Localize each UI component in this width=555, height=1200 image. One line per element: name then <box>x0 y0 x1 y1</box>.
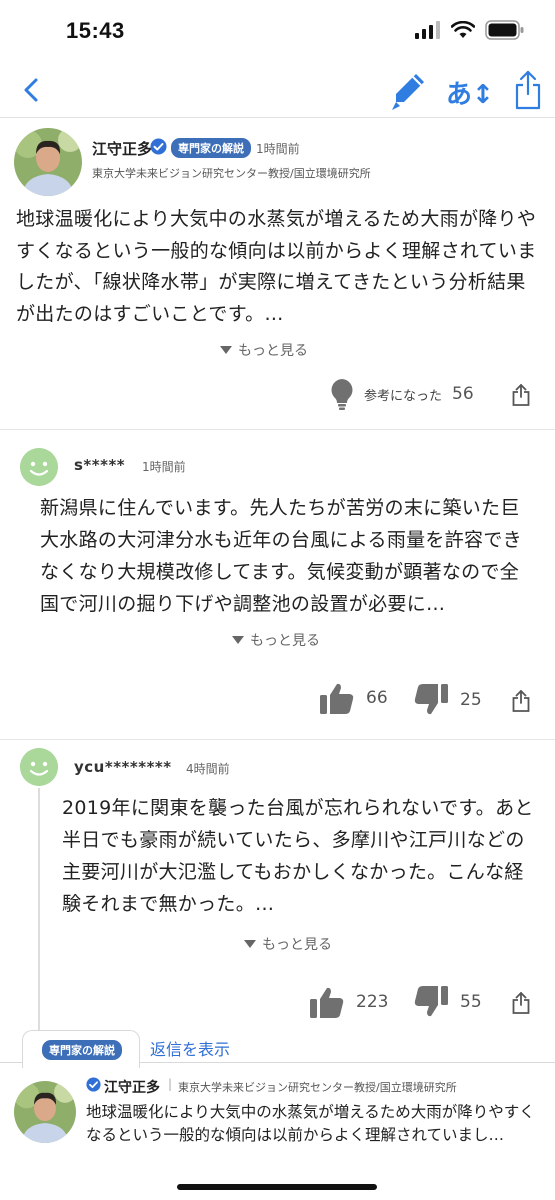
wifi-icon <box>451 21 475 38</box>
expert-affiliation: 東京大学未来ビジョン研究センター教授/国立環境研究所 <box>92 167 371 180</box>
thumbs-up-icon <box>310 987 344 1018</box>
chevron-down-icon <box>232 636 244 644</box>
helpful-label: 参考になった <box>364 388 443 404</box>
back-icon[interactable] <box>18 76 46 104</box>
expert-avatar[interactable] <box>14 128 82 196</box>
expert-more-button[interactable]: もっと見る <box>220 340 308 360</box>
font-size-button[interactable]: あ↕ <box>446 74 494 111</box>
comment-body: 新潟県に住んでいます。先人たちが苦労の末に築いた巨大水路の大河津分水も近年の台風… <box>40 497 522 615</box>
comment-more-button[interactable]: もっと見る <box>232 630 320 650</box>
share-icon[interactable] <box>512 384 530 406</box>
dislike-count: 25 <box>460 690 482 710</box>
verified-icon <box>150 138 167 155</box>
helpful-count: 56 <box>452 384 474 404</box>
status-bar: 15:43 <box>0 0 555 62</box>
share-icon[interactable] <box>512 690 530 712</box>
comment-card: ycu******** 4時間前 2019年に関東を襲った台風が忘れられないです… <box>0 740 555 1062</box>
expert-avatar[interactable] <box>14 1081 76 1143</box>
lightbulb-icon <box>331 379 353 410</box>
thumbs-down-icon <box>414 986 448 1017</box>
signal-icon <box>415 21 440 39</box>
pen-icon[interactable] <box>392 72 426 112</box>
thumbs-down-icon <box>414 684 448 715</box>
comment-user[interactable]: ycu******** <box>74 758 172 776</box>
expert-tab-badge: 専門家の解説 <box>42 1040 122 1060</box>
comment-user[interactable]: s***** <box>74 456 125 474</box>
dislike-button[interactable]: 55 <box>414 986 482 1018</box>
helpful-button[interactable]: 参考になった 56 <box>330 378 474 410</box>
show-replies-link[interactable]: 返信を表示 <box>150 1036 230 1060</box>
status-time: 15:43 <box>66 18 125 43</box>
comment-time: 4時間前 <box>186 762 230 776</box>
comment-more-button[interactable]: もっと見る <box>244 934 332 954</box>
expert-badge: 専門家の解説 <box>171 138 251 158</box>
expert-comment-card: 江守正多 専門家の解説 1時間前 東京大学未来ビジョン研究センター教授/国立環境… <box>0 118 555 430</box>
comment-time: 1時間前 <box>142 460 186 474</box>
nav-bar: あ↕ <box>0 62 555 118</box>
expert-summary-body: 地球温暖化により大気中の水蒸気が増えるため大雨が降りやすくなるという一般的な傾向… <box>86 1103 535 1144</box>
more-label: もっと見る <box>262 937 332 953</box>
thumbs-up-icon <box>320 683 354 714</box>
expert-name: 江守正多 <box>104 1080 160 1096</box>
like-count: 223 <box>356 992 389 1012</box>
verified-icon <box>86 1077 101 1092</box>
battery-icon <box>485 20 524 40</box>
expert-time: 1時間前 <box>256 142 300 156</box>
comment-card: s***** 1時間前 新潟県に住んでいます。先人たちが苦労の末に築いた巨大水路… <box>0 430 555 740</box>
expert-name[interactable]: 江守正多 <box>92 138 152 159</box>
status-icons <box>415 20 525 40</box>
like-count: 66 <box>366 688 388 708</box>
separator: | <box>168 1077 173 1091</box>
chevron-down-icon <box>244 940 256 948</box>
dislike-button[interactable]: 25 <box>414 684 482 716</box>
like-button[interactable]: 66 <box>320 682 388 714</box>
share-icon[interactable] <box>514 70 542 110</box>
expert-affiliation: 東京大学未来ビジョン研究センター教授/国立環境研究所 <box>178 1081 457 1094</box>
dislike-count: 55 <box>460 992 482 1012</box>
smiley-avatar-icon[interactable] <box>20 448 58 486</box>
expert-body: 地球温暖化により大気中の水蒸気が増えるため大雨が降りやすくなるという一般的な傾向… <box>16 208 537 325</box>
comment-body: 2019年に関東を襲った台風が忘れられないです。あと半日でも豪雨が続いていたら、… <box>62 797 534 915</box>
chevron-down-icon <box>220 346 232 354</box>
more-label: もっと見る <box>250 633 320 649</box>
smiley-avatar-icon[interactable] <box>20 748 58 786</box>
expert-summary-panel[interactable]: 江守正多 | 東京大学未来ビジョン研究センター教授/国立環境研究所 地球温暖化に… <box>0 1062 555 1200</box>
more-label: もっと見る <box>238 343 308 359</box>
home-indicator <box>177 1184 377 1190</box>
like-button[interactable]: 223 <box>310 986 388 1018</box>
share-icon[interactable] <box>512 992 530 1014</box>
thread-line <box>38 788 40 1044</box>
